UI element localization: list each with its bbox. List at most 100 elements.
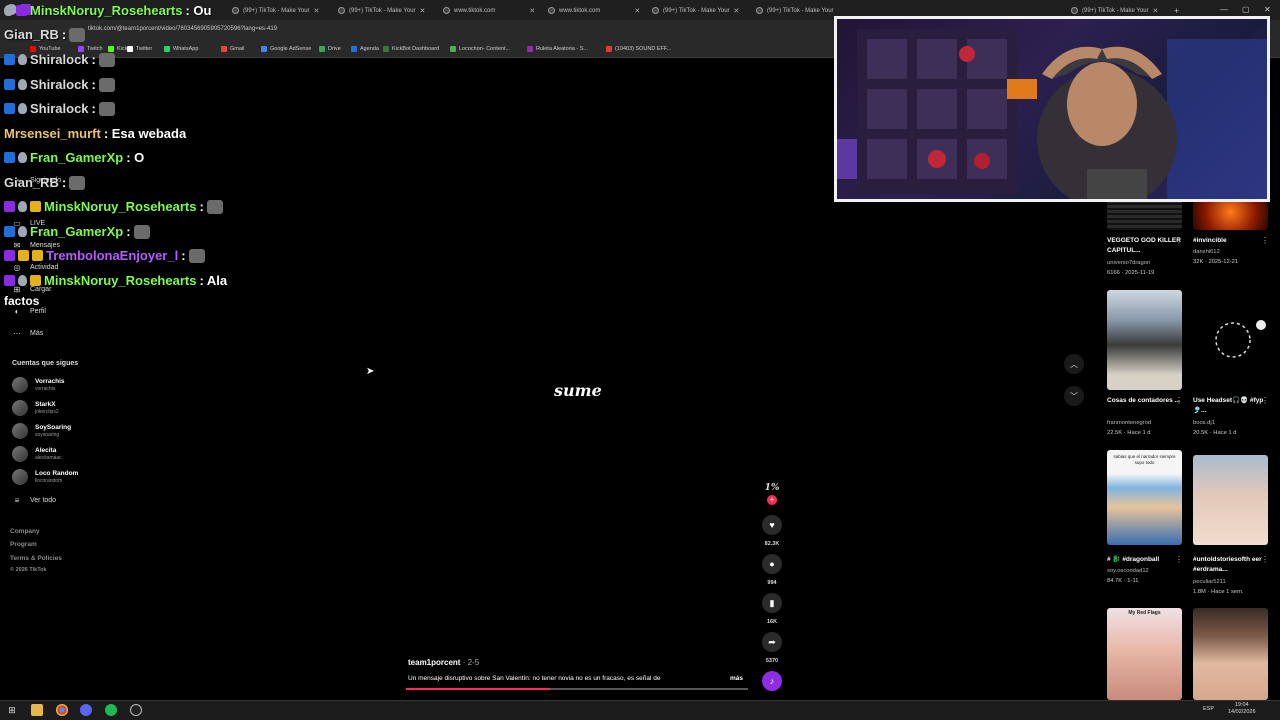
chat-emote-icon (133, 224, 150, 239)
browser-tab[interactable]: (99+) TikTok - Make Your (756, 3, 834, 18)
chat-emote-icon (206, 199, 223, 214)
bookmark-item[interactable]: WhatsApp (164, 46, 198, 52)
sidebar-item-activity[interactable]: ◎ Actividad (12, 263, 59, 272)
kebab-icon[interactable]: ⋮ (1175, 555, 1183, 564)
bookmark-item[interactable]: Drive (319, 46, 341, 52)
blue-badge-icon (4, 226, 15, 237)
windows-start-icon[interactable]: ⊞ (6, 704, 18, 716)
discord-icon[interactable] (80, 704, 92, 716)
keyboard-language[interactable]: ESP (1203, 706, 1214, 712)
see-all-link[interactable]: ≡ Ver todo (12, 496, 56, 505)
recommendation-title[interactable]: VEGGETO GOD KILLER CAPITUL... (1107, 236, 1183, 256)
gold-badge-icon (18, 250, 29, 261)
close-icon[interactable]: ✕ (420, 7, 426, 15)
recommendation-user[interactable]: soy.oscoridad12 (1107, 568, 1149, 574)
chat-username: MinskNoruy_Rosehearts (44, 273, 197, 288)
music-disc[interactable]: ♪ (762, 671, 782, 691)
close-icon[interactable]: ✕ (529, 7, 535, 15)
browser-tab[interactable]: (99+) TikTok - Make Your ✕ (232, 3, 319, 18)
obs-icon[interactable] (130, 704, 142, 716)
profile-icon: ◐ (14, 307, 20, 316)
chat-message: Gian_RB: (4, 27, 86, 42)
more-link[interactable]: más (730, 675, 743, 682)
bookmark-item[interactable]: Gmail (221, 46, 244, 52)
recommendation-user[interactable]: danshi612 (1193, 249, 1220, 255)
recommendation-thumbnail[interactable] (1193, 290, 1268, 390)
sidebar-item-profile[interactable]: ◐ Perfil (12, 307, 46, 316)
following-account[interactable]: StarkX jokerclips2 (12, 400, 59, 416)
kebab-icon[interactable]: ⋮ (1261, 236, 1269, 245)
taskbar-clock[interactable]: 19:04 14/02/2026 (1228, 702, 1256, 716)
following-account[interactable]: Alecita alecitamaac (12, 446, 62, 462)
close-icon[interactable]: ✕ (314, 7, 320, 15)
maximize-icon[interactable]: ▢ (1242, 5, 1250, 14)
browser-tab[interactable]: (99+) TikTok - Make Your ✕ (338, 3, 425, 18)
close-icon[interactable]: ✕ (734, 7, 740, 15)
sidebar-item-more[interactable]: ⋯ Más (12, 329, 43, 338)
browser-tab[interactable]: (99+) TikTok - Make Your ✕ (652, 3, 739, 18)
footer-company-link[interactable]: Company (10, 528, 40, 535)
share-button[interactable]: ➦ (762, 632, 782, 652)
chrome-icon[interactable] (56, 704, 68, 716)
video-author[interactable]: team1porcent · 2-5 (408, 658, 479, 667)
video-progress-bar[interactable] (406, 688, 748, 690)
bookmark-item[interactable]: Twitter (127, 46, 152, 52)
tiktok-icon (652, 7, 659, 14)
recommendation-user[interactable]: franmontenegrod (1107, 420, 1151, 426)
footer-copyright: © 2026 TikTok (10, 567, 47, 573)
music-note-icon: ♪ (769, 676, 775, 686)
close-icon[interactable]: ✕ (634, 7, 640, 15)
bookmark-item[interactable]: Locochon- Content... (450, 46, 510, 52)
recommendation-thumbnail[interactable] (1193, 455, 1268, 545)
following-account[interactable]: Vorrachis vorrachis (12, 377, 65, 393)
bookmark-item[interactable]: (10403) SOUND EFF... (606, 46, 671, 52)
recommendation-thumbnail[interactable] (1193, 608, 1268, 700)
tiktok-icon (338, 7, 345, 14)
kebab-icon[interactable]: ⋮ (1261, 396, 1269, 405)
recommendation-user[interactable]: boos.dj1 (1193, 420, 1215, 426)
like-button[interactable]: ♥ (762, 515, 782, 535)
bookmark-item[interactable]: KickBot Dashboard (383, 46, 439, 52)
browser-tab[interactable]: www.tiktok.com ✕ (443, 3, 535, 18)
spotify-icon[interactable] (105, 704, 117, 716)
bookmark-item[interactable]: Agenda (351, 46, 379, 52)
footer-program-link[interactable]: Program (10, 541, 37, 548)
recommendation-thumbnail[interactable] (1107, 290, 1182, 390)
kebab-icon[interactable]: ⋮ (1261, 555, 1269, 564)
tiktok-icon (232, 7, 239, 14)
footer-terms-link[interactable]: Terms & Policies (10, 555, 62, 562)
following-account[interactable]: SoySoaring soysoaring (12, 423, 71, 439)
purple-badge-icon (16, 5, 27, 16)
save-button[interactable]: ▮ (762, 593, 782, 613)
recommendation-title[interactable]: # 🐉 #dragonball (1107, 555, 1183, 565)
recommendation-title[interactable]: #untoldstoriesofth eer #erdrama... (1193, 555, 1269, 575)
browser-tab[interactable]: www.tiktok.com ✕ (548, 3, 640, 18)
recommendation-thumbnail[interactable] (1107, 200, 1182, 230)
url-field[interactable]: tiktok.com/@team1porcent/video/760345690… (88, 26, 277, 32)
recommendation-thumbnail[interactable] (1193, 200, 1268, 230)
recommendation-user[interactable]: peculiar5211 (1193, 579, 1226, 585)
minimize-icon[interactable]: — (1220, 5, 1228, 14)
previous-video-button[interactable]: ︿ (1064, 354, 1084, 374)
next-video-button[interactable]: ﹀ (1064, 386, 1084, 406)
file-explorer-icon[interactable] (31, 704, 43, 716)
bookmark-icon (351, 46, 357, 52)
bookmark-item[interactable]: Google AdSense (261, 46, 311, 52)
recommendation-thumbnail[interactable]: sabias que el narrador siempre supo todo (1107, 450, 1182, 545)
follow-plus-icon[interactable]: + (767, 495, 777, 505)
close-window-icon[interactable]: ✕ (1264, 5, 1271, 14)
more-icon: ⋯ (13, 329, 21, 338)
kebab-icon[interactable]: ⋮ (1175, 236, 1183, 245)
following-account[interactable]: Loco Random llocorandom (12, 469, 78, 485)
comment-button[interactable]: ● (762, 554, 782, 574)
recommendation-thumbnail[interactable]: My Red Flags (1107, 608, 1182, 700)
kebab-icon[interactable]: ⋮ (1175, 396, 1183, 405)
recommendation-stats: 20.5K · Hace 1 d (1193, 430, 1237, 436)
close-icon[interactable]: ✕ (1153, 7, 1159, 15)
recommendation-stats: 1.8M · Hace 1 sem. (1193, 589, 1244, 595)
recommendation-title[interactable]: Cosas de contadores ... (1107, 396, 1183, 406)
recommendation-title[interactable]: #invincible (1193, 236, 1269, 246)
recommendation-user[interactable]: universo7dragon (1107, 260, 1150, 266)
bookmark-item[interactable]: Ruleta Aleatoria - S... (527, 46, 588, 52)
recommendation-title[interactable]: Use Headset🎧💀 #fyp🎐... (1193, 396, 1269, 416)
